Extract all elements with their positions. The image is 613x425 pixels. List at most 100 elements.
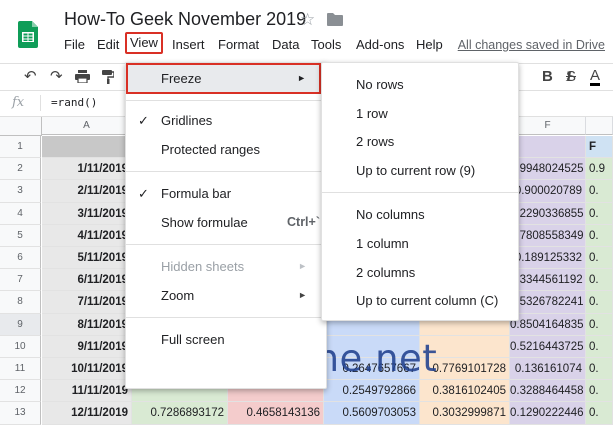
freeze-2-columns[interactable]: 2 columns (322, 258, 518, 286)
view-menu-freeze[interactable]: Freeze ► (126, 63, 321, 94)
cell-date[interactable]: 10/11/2019 (42, 358, 132, 381)
cell-value[interactable]: 0.136161074 (510, 358, 586, 381)
view-menu-formula-bar[interactable]: ✓ Formula bar (126, 180, 326, 208)
cell-value[interactable]: 0.3816102405 (420, 380, 510, 403)
column-header-f[interactable]: F (510, 117, 586, 135)
save-status-link[interactable]: All changes saved in Drive (458, 35, 605, 55)
google-sheets-logo-icon[interactable] (18, 21, 38, 48)
freeze-up-to-row[interactable]: Up to current row (9) (322, 156, 518, 184)
cell-value[interactable]: 0. (586, 313, 613, 336)
row-header[interactable]: 6 (0, 247, 41, 270)
row-header[interactable]: 1 (0, 136, 41, 159)
freeze-no-rows[interactable]: No rows (322, 70, 518, 98)
menu-file[interactable]: File (64, 35, 85, 55)
cell-value[interactable]: 0.3288464458 (510, 380, 586, 403)
row-header[interactable]: 12 (0, 380, 41, 403)
column-header-g[interactable] (586, 117, 613, 135)
cell-value[interactable]: 0. (586, 247, 613, 270)
menu-addons[interactable]: Add-ons (356, 35, 404, 55)
freeze-2-rows[interactable]: 2 rows (322, 127, 518, 155)
cell-value[interactable]: 0.3344561192 (510, 269, 586, 292)
bold-icon[interactable]: B (542, 68, 553, 86)
cell-date[interactable]: 4/11/2019 (42, 224, 132, 247)
strikethrough-icon[interactable]: S (566, 68, 576, 86)
menu-view[interactable]: View (125, 32, 163, 54)
cell-date[interactable]: 5/11/2019 (42, 247, 132, 270)
undo-icon[interactable]: ↶ (24, 68, 37, 86)
freeze-1-row[interactable]: 1 row (322, 99, 518, 127)
row-header[interactable]: 3 (0, 180, 41, 203)
cell-value[interactable]: 0.3032999871 (420, 402, 510, 425)
column-header-a[interactable]: A (42, 117, 132, 135)
cell-value[interactable]: 0.5216443725 (510, 335, 586, 358)
row-header[interactable]: 5 (0, 224, 41, 247)
cell-date[interactable]: 1/11/2019 (42, 158, 132, 181)
cell-value[interactable]: 0. (586, 291, 613, 314)
view-menu-show-formulae[interactable]: Show formulae Ctrl+` (126, 209, 326, 237)
freeze-no-columns[interactable]: No columns (322, 200, 518, 228)
submenu-arrow-icon: ► (298, 261, 307, 271)
cell-value[interactable]: 0.7286893172 (132, 402, 228, 425)
cell-date[interactable]: 9/11/2019 (42, 335, 132, 358)
menu-edit[interactable]: Edit (97, 35, 119, 55)
freeze-1-column[interactable]: 1 column (322, 229, 518, 257)
cell-date[interactable]: 6/11/2019 (42, 269, 132, 292)
cell-value[interactable]: 0.8504164835 (510, 313, 586, 336)
cell-value[interactable]: 0. (586, 269, 613, 292)
cell-value[interactable]: 0. (586, 224, 613, 247)
select-all-corner[interactable] (0, 117, 42, 136)
freeze-up-to-column[interactable]: Up to current column (C) (322, 286, 518, 314)
star-icon[interactable]: ☆ (300, 10, 315, 30)
row-header[interactable]: 4 (0, 202, 41, 225)
view-menu-gridlines[interactable]: ✓ Gridlines (126, 107, 326, 135)
menu-format[interactable]: Format (218, 35, 259, 55)
cell-value[interactable]: 0. (586, 202, 613, 225)
row-header[interactable]: 7 (0, 269, 41, 292)
menu-tools[interactable]: Tools (311, 35, 341, 55)
document-title[interactable]: How-To Geek November 2019 (64, 9, 306, 30)
cell-a1[interactable] (42, 136, 132, 159)
cell-value[interactable]: 0.5326782241 (510, 291, 586, 314)
menu-help[interactable]: Help (416, 35, 443, 55)
row-header[interactable]: 9 (0, 313, 41, 336)
row-header[interactable]: 13 (0, 402, 41, 425)
cell-value[interactable]: 0.4658143136 (228, 402, 324, 425)
text-color-icon[interactable]: A (590, 68, 601, 86)
menu-data[interactable]: Data (272, 35, 299, 55)
view-menu-protected-ranges[interactable]: Protected ranges (126, 136, 326, 164)
formula-input[interactable]: =rand() (51, 96, 97, 109)
cell-value[interactable]: 0. (586, 358, 613, 381)
paint-format-icon[interactable] (102, 70, 114, 84)
cell-date[interactable]: 2/11/2019 (42, 180, 132, 203)
cell-value[interactable]: 0.189125332 (510, 247, 586, 270)
cell-f1[interactable] (510, 136, 586, 159)
cell-date[interactable]: 12/11/2019 (42, 402, 132, 425)
cell-value[interactable]: 0. (586, 402, 613, 425)
cell-value[interactable]: 0.9 (586, 158, 613, 181)
cell-date[interactable]: 7/11/2019 (42, 291, 132, 314)
cell-date[interactable]: 8/11/2019 (42, 313, 132, 336)
cell-date[interactable]: 11/11/2019 (42, 380, 132, 403)
row-header[interactable]: 10 (0, 335, 41, 358)
menu-insert[interactable]: Insert (172, 35, 205, 55)
cell-value[interactable]: 0.5609703053 (324, 402, 420, 425)
cell-value[interactable]: 0.2290336855 (510, 202, 586, 225)
folder-icon[interactable] (327, 13, 343, 26)
cell-value[interactable]: 0.9948024525 (510, 158, 586, 181)
view-menu-full-screen[interactable]: Full screen (126, 326, 326, 354)
row-header[interactable]: 2 (0, 158, 41, 181)
cell-value[interactable]: 0. (586, 335, 613, 358)
row-header[interactable]: 11 (0, 358, 41, 381)
cell-value[interactable]: 0.2549792866 (324, 380, 420, 403)
cell-value[interactable]: 0.7808558349 (510, 224, 586, 247)
cell-value[interactable]: 0.900020789 (510, 180, 586, 203)
row-header[interactable]: 8 (0, 291, 41, 314)
redo-icon[interactable]: ↷ (50, 68, 63, 86)
print-icon[interactable] (75, 70, 90, 83)
cell-value[interactable]: 0.1290222446 (510, 402, 586, 425)
cell-g1[interactable]: F (586, 136, 613, 159)
view-menu-zoom[interactable]: Zoom ► (126, 282, 326, 310)
cell-date[interactable]: 3/11/2019 (42, 202, 132, 225)
cell-value[interactable]: 0. (586, 380, 613, 403)
cell-value[interactable]: 0. (586, 180, 613, 203)
